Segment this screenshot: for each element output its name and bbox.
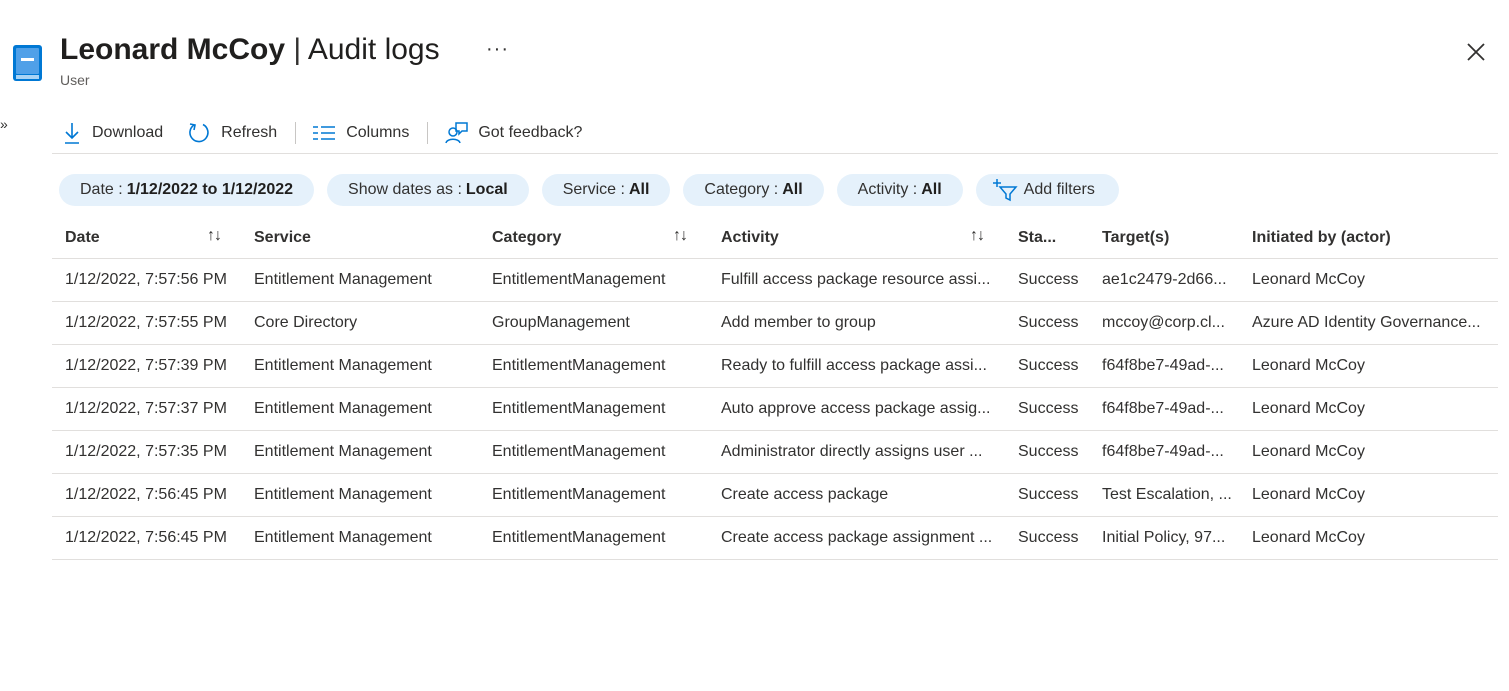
cell-target: mccoy@corp.cl... [1102,314,1225,331]
cell-activity: Administrator directly assigns user ... [721,443,983,460]
download-label: Download [92,123,164,141]
cell-date: 1/12/2022, 7:57:39 PM [65,357,227,374]
title-user-name: Leonard McCoy [60,33,286,66]
cell-actor: Leonard McCoy [1252,271,1365,288]
cell-service: Entitlement Management [254,400,432,417]
cell-service: Entitlement Management [254,357,432,374]
cell-status: Success [1018,400,1079,417]
table-row[interactable]: 1/12/2022, 7:56:45 PM Entitlement Manage… [52,474,1498,517]
columns-icon [313,125,336,140]
columns-label: Columns [346,123,410,141]
filter-pill-category[interactable]: Category : All [683,174,824,206]
refresh-icon [189,122,209,142]
cell-actor: Leonard McCoy [1252,486,1365,503]
title-page-name: Audit logs [307,33,440,66]
cell-target: f64f8be7-49ad-... [1102,400,1224,417]
page-title: Leonard McCoy | Audit logs [60,32,440,68]
cell-category: EntitlementManagement [492,400,666,417]
refresh-button[interactable]: Refresh [187,121,277,145]
table-row[interactable]: 1/12/2022, 7:57:56 PM Entitlement Manage… [52,259,1498,302]
toolbar-divider [295,121,297,144]
audit-log-icon [13,45,42,81]
filter-pill-service[interactable]: Service : All [541,174,671,206]
page-header: Leonard McCoy | Audit logs User [60,32,440,88]
table-row[interactable]: 1/12/2022, 7:57:37 PM Entitlement Manage… [52,388,1498,431]
feedback-button[interactable]: Got feedback? [444,121,582,145]
cell-activity: Auto approve access package assig... [721,400,991,417]
table-header-row: Date ↑↓ Service Category ↑↓ Activity ↑↓ … [52,218,1498,259]
cell-status: Success [1018,486,1079,503]
cell-actor: Leonard McCoy [1252,443,1365,460]
cell-category: EntitlementManagement [492,357,666,374]
cell-status: Success [1018,443,1079,460]
cell-service: Entitlement Management [254,443,432,460]
refresh-label: Refresh [221,123,278,141]
add-filters-button[interactable]: Add filters [975,174,1119,206]
table-row[interactable]: 1/12/2022, 7:57:55 PM Core Directory Gro… [52,302,1498,345]
cell-category: EntitlementManagement [492,486,666,503]
cell-target: f64f8be7-49ad-... [1102,443,1224,460]
cell-activity: Create access package [721,486,889,503]
table-row[interactable]: 1/12/2022, 7:56:45 PM Entitlement Manage… [52,517,1498,560]
column-header-service[interactable]: Service [254,218,482,258]
cell-service: Entitlement Management [254,271,432,288]
page-subtitle: User [60,72,90,88]
cell-category: EntitlementManagement [492,443,666,460]
cell-date: 1/12/2022, 7:57:55 PM [65,314,227,331]
cell-target: Initial Policy, 97... [1102,529,1226,546]
download-icon [65,122,79,144]
cell-status: Success [1018,314,1079,331]
cell-actor: Leonard McCoy [1252,357,1365,374]
toolbar: Download Refresh Columns Got feedback? [52,112,1498,154]
filter-bar: Date :1/12/2022 to 1/12/2022 Show dates … [59,174,1132,206]
filter-pill-date[interactable]: Date :1/12/2022 to 1/12/2022 [59,174,315,206]
cell-category: EntitlementManagement [492,529,666,546]
table-row[interactable]: 1/12/2022, 7:57:35 PM Entitlement Manage… [52,431,1498,474]
cell-activity: Ready to fulfill access package assi... [721,357,987,374]
title-separator: | [293,33,302,66]
download-button[interactable]: Download [62,121,163,145]
cell-actor: Azure AD Identity Governance... [1252,314,1481,331]
filter-pill-show-dates[interactable]: Show dates as : Local [327,174,529,206]
cell-service: Core Directory [254,314,358,331]
column-header-activity[interactable]: Activity [721,218,1009,258]
feedback-icon [445,121,469,143]
cell-service: Entitlement Management [254,529,432,546]
columns-button[interactable]: Columns [312,124,409,142]
filter-pill-activity[interactable]: Activity : All [836,174,963,206]
table-row[interactable]: 1/12/2022, 7:57:39 PM Entitlement Manage… [52,345,1498,388]
cell-actor: Leonard McCoy [1252,529,1365,546]
cell-target: Test Escalation, ... [1102,486,1232,503]
cell-date: 1/12/2022, 7:57:35 PM [65,443,227,460]
cell-date: 1/12/2022, 7:57:56 PM [65,271,227,288]
column-header-status[interactable]: Sta... [1018,218,1096,258]
cell-activity: Create access package assignment ... [721,529,993,546]
cell-date: 1/12/2022, 7:56:45 PM [65,486,227,503]
cell-date: 1/12/2022, 7:57:37 PM [65,400,227,417]
cell-category: GroupManagement [492,314,630,331]
cell-target: f64f8be7-49ad-... [1102,357,1224,374]
cell-status: Success [1018,271,1079,288]
cell-status: Success [1018,357,1079,374]
cell-date: 1/12/2022, 7:56:45 PM [65,529,227,546]
cell-target: ae1c2479-2d66... [1102,271,1227,288]
sort-activity-icon[interactable]: ↑↓ [970,227,985,245]
cell-status: Success [1018,529,1079,546]
close-icon[interactable] [1464,40,1488,64]
column-header-actor[interactable]: Initiated by (actor) [1252,218,1498,258]
add-filter-icon [992,179,1018,202]
feedback-label: Got feedback? [478,123,583,141]
more-options-button[interactable]: ··· [486,38,509,61]
audit-log-table: Date ↑↓ Service Category ↑↓ Activity ↑↓ … [52,218,1498,560]
expand-sidebar-icon[interactable]: » [0,116,8,132]
cell-activity: Fulfill access package resource assi... [721,271,991,288]
toolbar-divider [427,121,429,144]
cell-activity: Add member to group [721,314,876,331]
sort-category-icon[interactable]: ↑↓ [673,227,688,245]
cell-service: Entitlement Management [254,486,432,503]
sort-date-icon[interactable]: ↑↓ [207,227,222,245]
cell-category: EntitlementManagement [492,271,666,288]
cell-actor: Leonard McCoy [1252,400,1365,417]
column-header-target[interactable]: Target(s) [1102,218,1242,258]
